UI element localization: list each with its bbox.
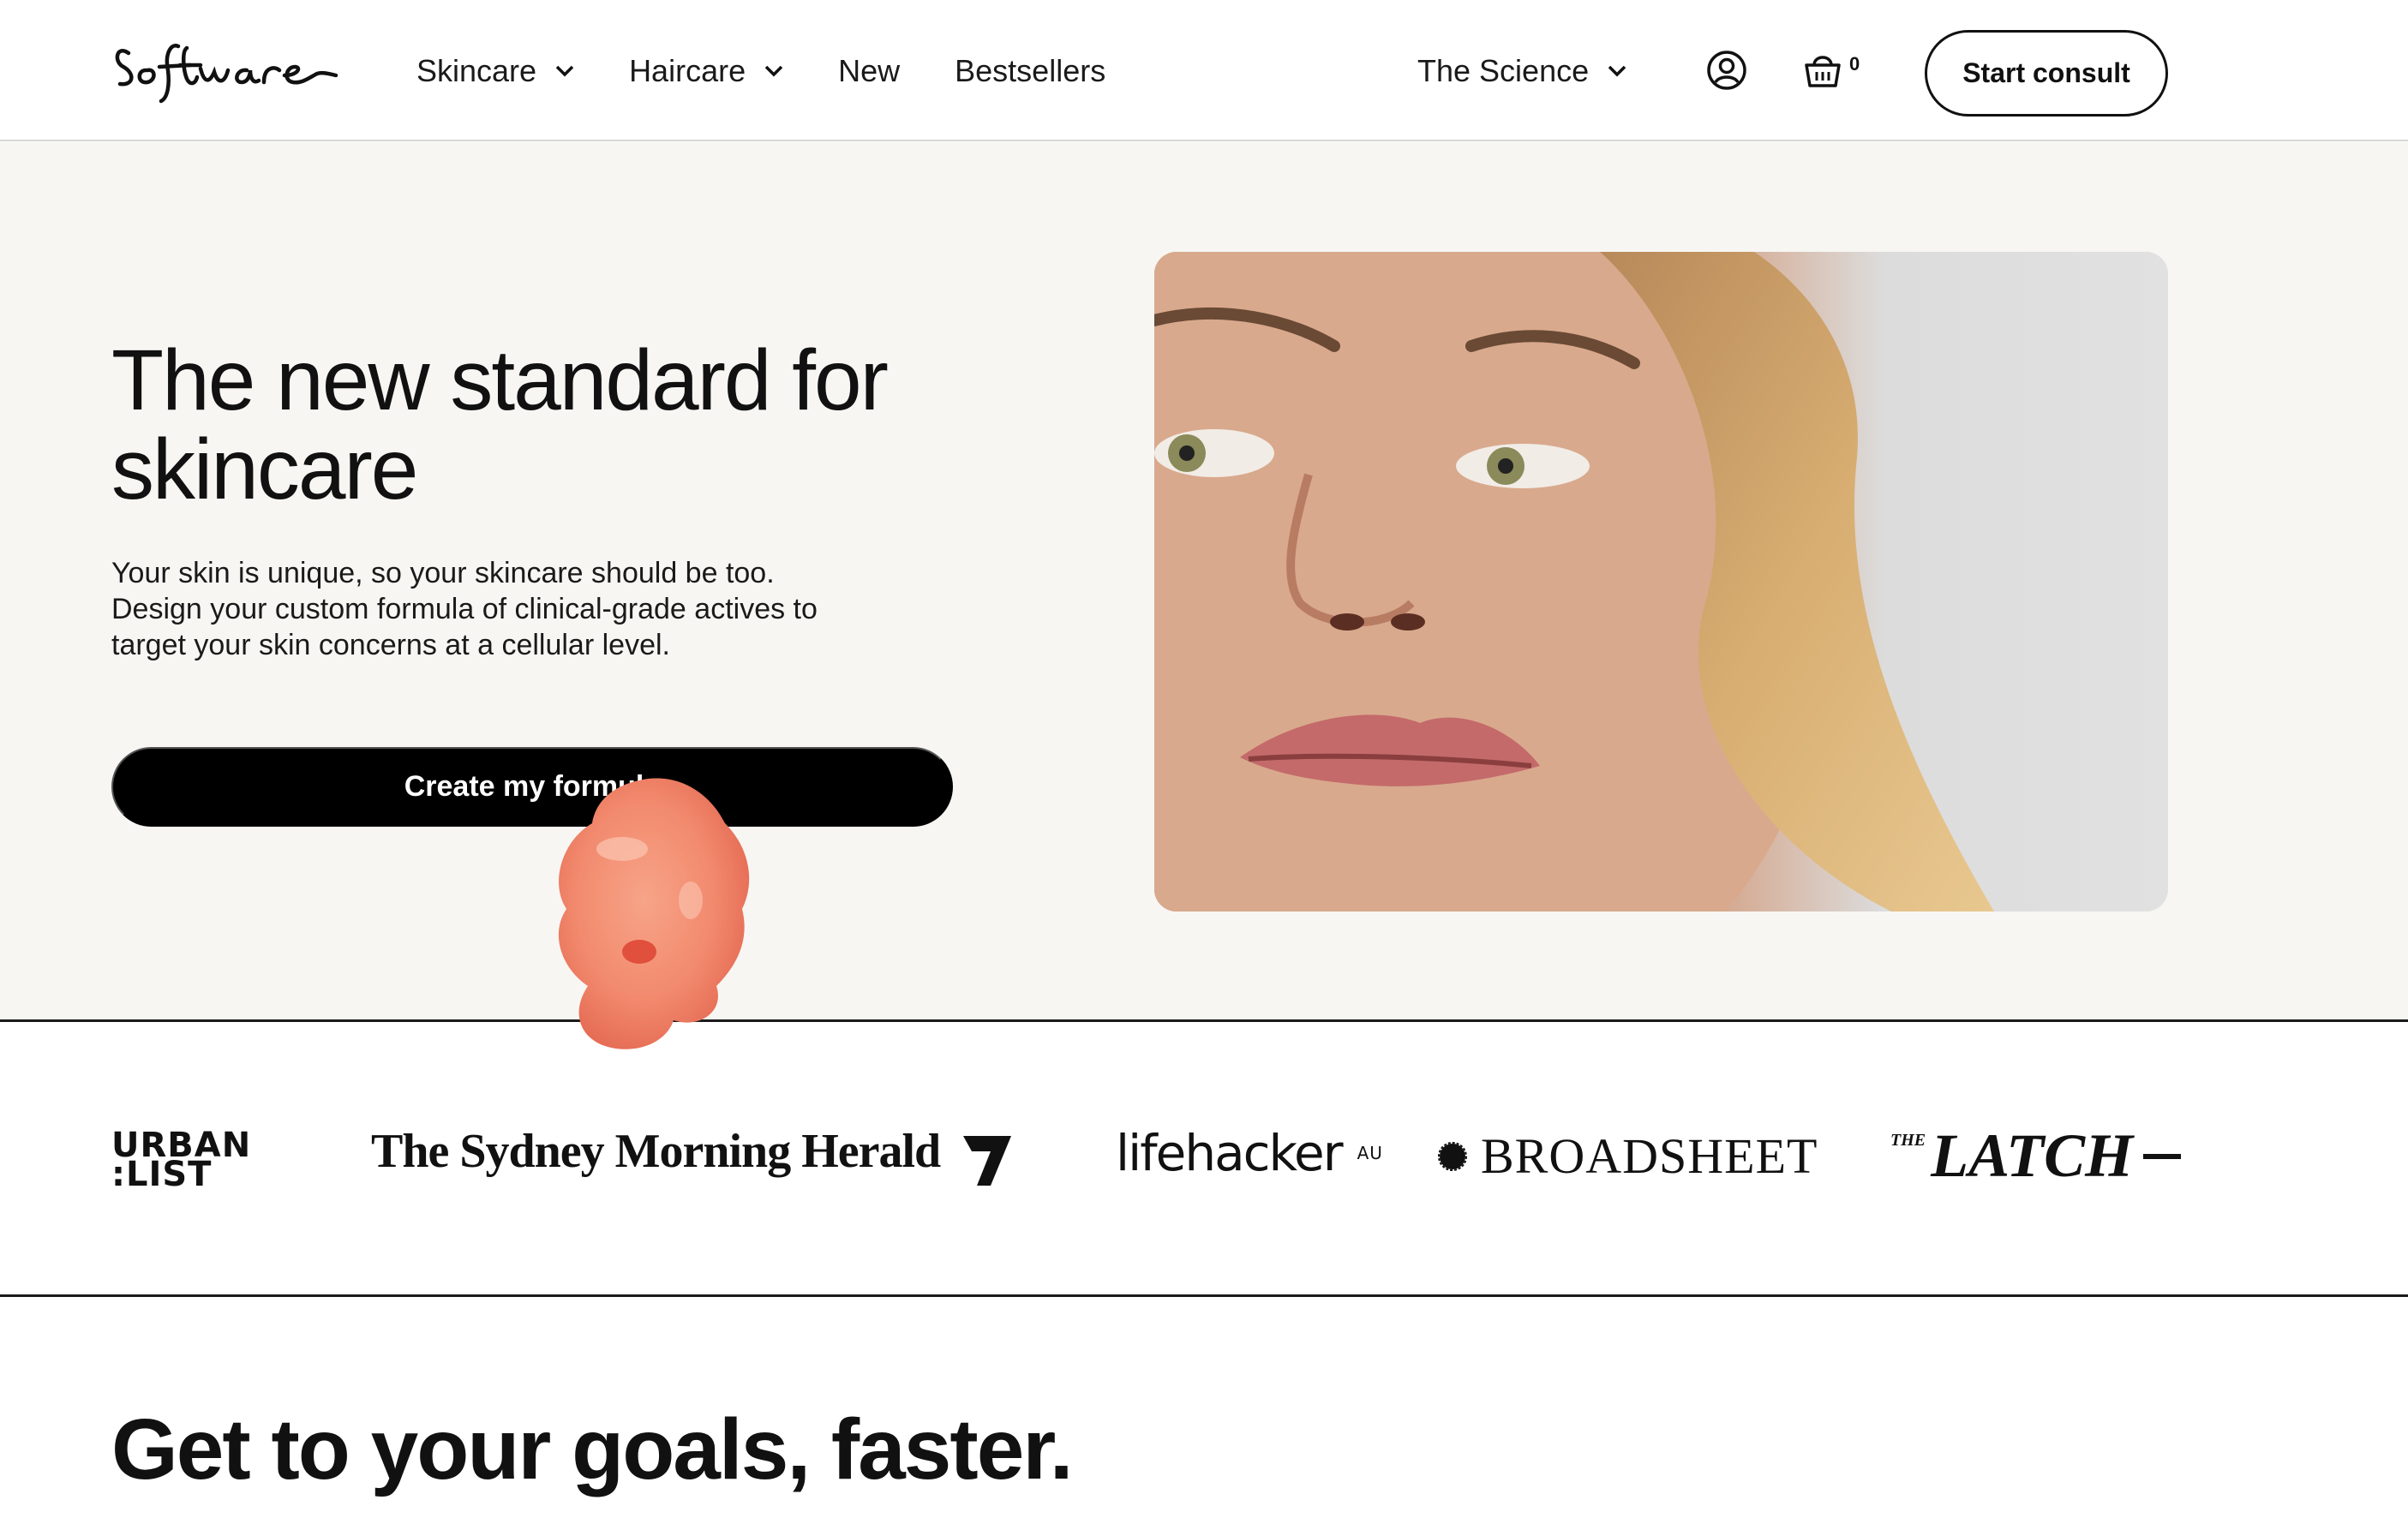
cart-count-badge: 0 — [1849, 53, 1860, 75]
nav-new-label: New — [838, 52, 901, 88]
broadsheet-wordmark: BROADSHEET — [1481, 1128, 1818, 1184]
main-nav: Skincare Haircare New Bestsellers — [416, 0, 1160, 141]
nav-haircare[interactable]: Haircare — [629, 53, 783, 89]
press-logo-sydney-morning-herald: The Sydney Morning Herald — [371, 1124, 941, 1179]
create-formula-button[interactable]: Create my formula — [111, 747, 953, 827]
smh-wordmark: The Sydney Morning Herald — [371, 1125, 941, 1178]
seven-network-logo-icon — [963, 1136, 1011, 1186]
press-logos-strip: URBAN :LIST The Sydney Morning Herald li… — [0, 1023, 2408, 1297]
nav-the-science-label: The Science — [1417, 52, 1590, 88]
the-latch-dash — [2143, 1153, 2182, 1159]
press-logo-the-latch: THE LATCH — [1890, 1121, 2182, 1192]
site-header: Skincare Haircare New Bestsellers The Sc… — [0, 0, 2408, 141]
account-icon[interactable] — [1706, 50, 1747, 91]
lifehacker-wordmark: lifehacker — [1116, 1124, 1344, 1182]
press-logo-broadsheet: BROADSHEET — [1438, 1127, 1818, 1185]
cart-basket-icon[interactable] — [1802, 50, 1843, 91]
urban-list-wordmark: URBAN :LIST — [111, 1126, 252, 1194]
hero-description: Your skin is unique, so your skincare sh… — [111, 557, 818, 661]
hero-section: The new standard for skincare Your skin … — [0, 142, 2408, 1049]
broadsheet-seal-icon — [1438, 1141, 1467, 1171]
nav-bestsellers-label: Bestsellers — [955, 52, 1106, 88]
nav-haircare-label: Haircare — [629, 52, 746, 88]
product-texture-blob — [558, 778, 750, 1049]
press-logo-lifehacker: lifehacker AU — [1116, 1124, 1383, 1182]
nav-new[interactable]: New — [838, 53, 900, 89]
chevron-down-icon — [1608, 65, 1626, 76]
nav-the-science[interactable]: The Science — [1417, 53, 1626, 89]
chevron-down-icon — [555, 65, 574, 76]
hero-model-photo — [1154, 252, 2168, 911]
press-logo-urban-list: URBAN :LIST — [111, 1126, 252, 1194]
lifehacker-au-suffix: AU — [1357, 1143, 1383, 1163]
nav-science-wrap: The Science — [1417, 0, 1681, 141]
model-face-illustration — [1154, 252, 2168, 911]
software-logo[interactable] — [111, 36, 338, 106]
press-logo-seven-network — [961, 1134, 1013, 1187]
hero-title: The new standard for skincare — [111, 332, 889, 517]
nav-skincare[interactable]: Skincare — [416, 53, 574, 89]
chevron-down-icon — [764, 65, 783, 76]
goals-heading: Get to your goals, faster. — [111, 1402, 1074, 1497]
the-latch-wordmark: LATCH — [1931, 1121, 2134, 1190]
nav-bestsellers[interactable]: Bestsellers — [955, 53, 1105, 89]
the-latch-prefix: THE — [1890, 1131, 1926, 1150]
nav-skincare-label: Skincare — [416, 52, 537, 88]
start-consult-button[interactable]: Start consult — [1925, 30, 2168, 117]
